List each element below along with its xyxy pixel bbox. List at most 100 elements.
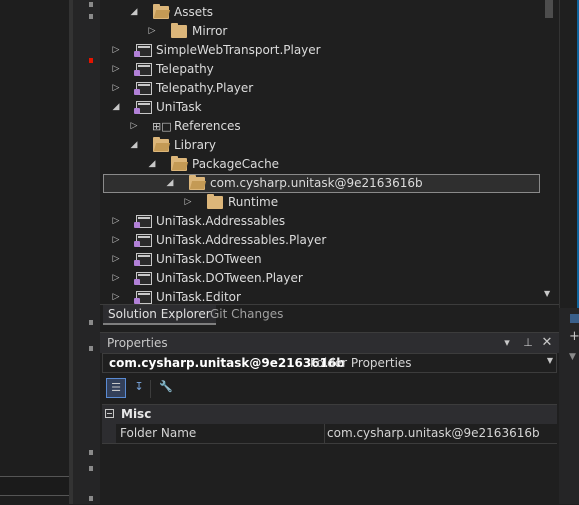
- tree-item-label: Mirror: [192, 24, 228, 38]
- pin-icon[interactable]: ⊥: [521, 335, 535, 351]
- editor-pane: [0, 0, 70, 504]
- csharp-project-icon: [134, 82, 152, 95]
- tree-item-label: PackageCache: [192, 157, 280, 171]
- property-grid: Misc Folder Name com.cysharp.unitask@9e2…: [102, 404, 557, 505]
- properties-header: Properties ▾ ⊥ ✕: [100, 332, 559, 353]
- tree-item-unitask-addressables-player[interactable]: ▷ UniTask.Addressables.Player: [100, 231, 545, 250]
- alphabetical-button[interactable]: ↧: [129, 378, 149, 398]
- gutter-marker: [89, 14, 93, 19]
- wrench-icon: 🔧: [159, 380, 173, 393]
- chevron-right-icon[interactable]: ▷: [110, 231, 122, 250]
- explorer-scrollbar[interactable]: ▼: [543, 0, 555, 304]
- tree-item-library[interactable]: ◢ Library: [100, 136, 545, 155]
- chevron-right-icon[interactable]: ▷: [182, 193, 194, 212]
- csharp-project-icon: [134, 63, 152, 76]
- chevron-right-icon[interactable]: ▷: [146, 22, 158, 41]
- chevron-right-icon[interactable]: ▷: [110, 288, 122, 304]
- tree-item-label: Library: [174, 138, 216, 152]
- chevron-right-icon[interactable]: ▷: [128, 117, 140, 136]
- panel-tab-icon[interactable]: [570, 314, 579, 323]
- chevron-right-icon[interactable]: ▷: [110, 212, 122, 231]
- category-row[interactable]: Misc: [102, 405, 557, 424]
- tree-item-unitask-dotween[interactable]: ▷ UniTask.DOTween: [100, 250, 545, 269]
- property-value[interactable]: com.cysharp.unitask@9e2163616b: [327, 426, 540, 440]
- categorized-button[interactable]: ☰: [106, 378, 126, 398]
- folder-icon: [153, 137, 169, 152]
- tree-item-label: References: [174, 119, 241, 133]
- tree-item-packagecache[interactable]: ◢ PackageCache: [100, 155, 545, 174]
- categorized-view-icon: ☰: [111, 381, 121, 394]
- chevron-down-icon[interactable]: ◢: [146, 155, 158, 174]
- right-panel-edge: [559, 0, 579, 308]
- tree-item-label: UniTask.DOTween.Player: [156, 271, 303, 285]
- csharp-project-icon: [134, 272, 152, 285]
- editor-find-input[interactable]: [0, 476, 70, 496]
- tree-item-telepathy[interactable]: ▷ Telepathy: [100, 60, 545, 79]
- object-selector[interactable]: com.cysharp.unitask@9e2163616b Folder Pr…: [102, 353, 557, 373]
- chevron-right-icon[interactable]: ▷: [110, 41, 122, 60]
- references-icon: ⊞□: [152, 120, 172, 133]
- add-icon[interactable]: +: [569, 330, 579, 343]
- object-type: Folder Properties: [310, 356, 412, 370]
- tree-item-label: Telepathy: [156, 62, 214, 76]
- toolbar-separator: [150, 380, 151, 398]
- property-pages-button[interactable]: 🔧: [156, 378, 176, 398]
- chevron-right-icon[interactable]: ▷: [110, 250, 122, 269]
- properties-title: Properties: [107, 336, 168, 350]
- tab-solution-explorer[interactable]: Solution Explorer: [103, 305, 216, 325]
- tree-item-label: UniTask: [156, 100, 202, 114]
- properties-panel: Properties ▾ ⊥ ✕ com.cysharp.unitask@9e2…: [100, 332, 559, 504]
- folder-icon: [189, 175, 205, 190]
- editor-gutter: [73, 0, 100, 504]
- property-row[interactable]: Folder Name com.cysharp.unitask@9e216361…: [102, 424, 557, 444]
- tree-item-unitask-addressables[interactable]: ▷ UniTask.Addressables: [100, 212, 545, 231]
- chevron-down-icon[interactable]: ◢: [164, 174, 176, 193]
- gutter-marker: [89, 320, 93, 325]
- gutter-marker: [89, 2, 93, 7]
- tree-item-label: UniTask.Addressables.Player: [156, 233, 327, 247]
- gutter-marker: [89, 466, 93, 471]
- tree-item-simplewebtransport-player[interactable]: ▷ SimpleWebTransport.Player: [100, 41, 545, 60]
- dropdown-icon[interactable]: ▼: [569, 352, 576, 362]
- scrollbar-thumb[interactable]: [545, 0, 553, 18]
- tree-item-unitask-dotween-player[interactable]: ▷ UniTask.DOTween.Player: [100, 269, 545, 288]
- tab-git-changes[interactable]: Git Changes: [205, 305, 288, 325]
- chevron-right-icon[interactable]: ▷: [110, 60, 122, 79]
- tree-item-label: Runtime: [228, 195, 279, 209]
- close-icon[interactable]: ✕: [540, 335, 554, 351]
- chevron-down-icon[interactable]: ◢: [110, 98, 122, 117]
- chevron-right-icon[interactable]: ▷: [110, 79, 122, 98]
- property-gutter: [102, 424, 116, 443]
- chevron-down-icon[interactable]: ◢: [128, 3, 140, 22]
- folder-icon: [207, 194, 223, 209]
- explorer-tab-bar: Solution Explorer Git Changes: [100, 304, 559, 325]
- tree-item-runtime[interactable]: ▷ Runtime: [100, 193, 545, 212]
- tree-item-label: Assets: [174, 5, 214, 19]
- gutter-error-marker: [89, 58, 93, 63]
- solution-explorer-tree: ◢ Assets ▷ Mirror ▷ SimpleWebTransport.P…: [100, 0, 559, 304]
- chevron-right-icon[interactable]: ▷: [110, 269, 122, 288]
- column-splitter[interactable]: [324, 424, 325, 443]
- tree-item-mirror[interactable]: ▷ Mirror: [100, 22, 545, 41]
- tree-item-label: Telepathy.Player: [156, 81, 254, 95]
- tree-item-assets[interactable]: ◢ Assets: [100, 3, 545, 22]
- tree-item-unitask-editor[interactable]: ▷ UniTask.Editor: [100, 288, 545, 304]
- gutter-marker: [89, 346, 93, 351]
- csharp-project-icon: [134, 101, 152, 114]
- tree-item-unitask[interactable]: ◢ UniTask: [100, 98, 545, 117]
- folder-icon: [171, 156, 187, 171]
- window-position-dropdown-icon[interactable]: ▾: [500, 335, 514, 351]
- category-label: Misc: [121, 407, 152, 421]
- tree-item-references[interactable]: ▷ ⊞□ References: [100, 117, 545, 136]
- tree-item-label: UniTask.Addressables: [156, 214, 286, 228]
- scroll-down-icon[interactable]: ▼: [544, 289, 550, 298]
- collapse-icon[interactable]: [105, 409, 114, 418]
- chevron-down-icon[interactable]: ▼: [547, 356, 553, 365]
- csharp-project-icon: [134, 215, 152, 228]
- folder-icon: [153, 4, 169, 19]
- chevron-down-icon[interactable]: ◢: [128, 136, 140, 155]
- tree-item-com-cysharp-unitask[interactable]: ◢ com.cysharp.unitask@9e2163616b: [103, 174, 540, 193]
- properties-toolbar: ☰ ↧ 🔧: [102, 376, 557, 402]
- tree-item-telepathy-player[interactable]: ▷ Telepathy.Player: [100, 79, 545, 98]
- tree-item-label: UniTask.Editor: [156, 290, 241, 304]
